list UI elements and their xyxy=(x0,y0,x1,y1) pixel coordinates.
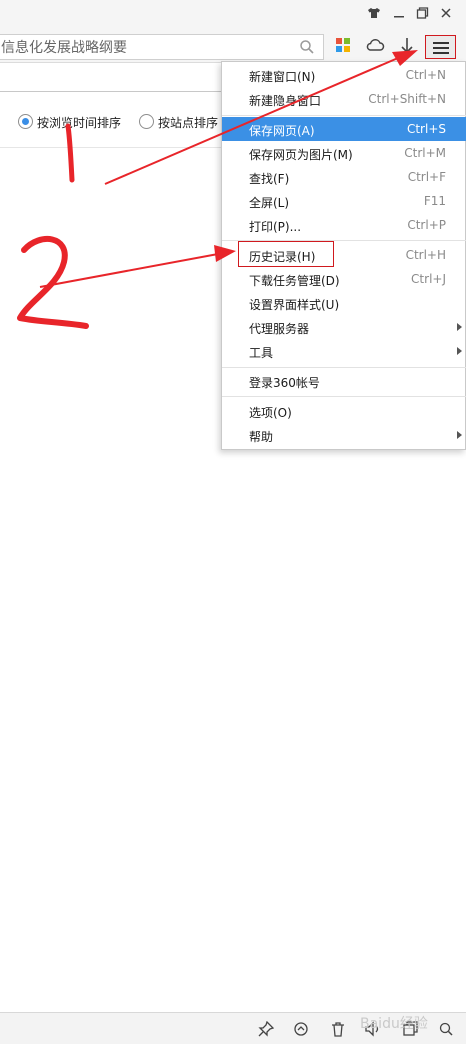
sort-by-site-radio[interactable] xyxy=(139,114,154,129)
menu-item-fullscreen[interactable]: 全屏(L) F11 xyxy=(222,189,466,213)
menu-item-download-manager[interactable]: 下载任务管理(D) Ctrl+J xyxy=(222,267,466,291)
menu-item-label: 登录360帐号 xyxy=(249,376,320,390)
minimize-icon[interactable] xyxy=(390,6,408,24)
menu-item-shortcut: Ctrl+S xyxy=(406,122,446,136)
menu-item-shortcut: Ctrl+J xyxy=(411,272,446,286)
shirt-icon[interactable] xyxy=(365,6,383,24)
menu-item-shortcut: Ctrl+Shift+N xyxy=(368,92,446,106)
menu-item-shortcut: Ctrl+H xyxy=(405,248,446,262)
menu-separator xyxy=(222,115,466,116)
step-2-arrow-line xyxy=(39,253,219,288)
menu-item-label: 查找(F) xyxy=(249,172,290,186)
menu-item-shortcut: Ctrl+P xyxy=(407,218,446,232)
menu-item-print[interactable]: 打印(P)... Ctrl+P xyxy=(222,213,466,237)
watermark: Baidu经验 xyxy=(360,1016,428,1032)
menu-item-label: 新建隐身窗口 xyxy=(249,94,322,108)
menu-item-label: 设置界面样式(U) xyxy=(249,298,340,312)
menu-item-label: 选项(O) xyxy=(249,406,292,420)
menu-item-label: 保存网页为图片(M) xyxy=(249,148,353,162)
menu-item-shortcut: Ctrl+N xyxy=(405,68,446,82)
menu-item-login-360[interactable]: 登录360帐号 xyxy=(222,369,466,393)
sort-by-time-radio[interactable] xyxy=(18,114,33,129)
menu-separator xyxy=(222,396,466,397)
menu-item-options[interactable]: 选项(O) xyxy=(222,399,466,423)
menu-item-label: 下载任务管理(D) xyxy=(249,274,340,288)
step-2-numeral xyxy=(17,235,89,329)
main-menu-button[interactable] xyxy=(425,35,456,59)
menu-item-label: 打印(P)... xyxy=(249,220,302,234)
menu-item-find[interactable]: 查找(F) Ctrl+F xyxy=(222,165,466,189)
sort-by-site-label[interactable]: 按站点排序 xyxy=(158,114,218,131)
history-highlight-box xyxy=(238,241,334,267)
chevron-right-icon xyxy=(457,323,462,331)
menu-item-new-window[interactable]: 新建窗口(N) Ctrl+N xyxy=(222,63,466,87)
apps-icon[interactable] xyxy=(335,37,357,59)
menu-item-shortcut: F11 xyxy=(423,194,446,208)
title-bar xyxy=(0,0,466,30)
address-bar xyxy=(0,34,324,60)
menu-item-label: 全屏(L) xyxy=(249,196,290,210)
menu-item-label: 帮助 xyxy=(249,430,274,444)
menu-item-label: 工具 xyxy=(249,346,274,360)
menu-icon xyxy=(433,40,449,59)
menu-item-help[interactable]: 帮助 xyxy=(222,423,466,447)
cloud-icon[interactable] xyxy=(365,37,387,59)
menu-item-label: 新建窗口(N) xyxy=(249,70,316,84)
pin-icon[interactable] xyxy=(258,1020,275,1037)
menu-item-proxy-server[interactable]: 代理服务器 xyxy=(222,315,466,339)
toolbar xyxy=(0,30,466,63)
search-icon[interactable] xyxy=(299,39,315,55)
menu-item-label: 保存网页(A) xyxy=(249,124,315,138)
download-icon[interactable] xyxy=(399,37,421,59)
refresh-icon[interactable] xyxy=(293,1021,309,1037)
close-icon[interactable] xyxy=(437,6,455,24)
zoom-icon[interactable] xyxy=(438,1021,454,1037)
address-input[interactable] xyxy=(1,37,291,57)
menu-item-ui-style[interactable]: 设置界面样式(U) xyxy=(222,291,466,315)
menu-item-save-page-as-image[interactable]: 保存网页为图片(M) Ctrl+M xyxy=(222,141,466,165)
menu-item-save-page[interactable]: 保存网页(A) Ctrl+S xyxy=(222,117,466,141)
menu-item-tools[interactable]: 工具 xyxy=(222,339,466,363)
menu-item-shortcut: Ctrl+M xyxy=(404,146,446,160)
chevron-right-icon xyxy=(457,347,462,355)
restore-icon[interactable] xyxy=(413,6,431,24)
menu-separator xyxy=(222,367,466,368)
chevron-right-icon xyxy=(457,431,462,439)
menu-item-new-incognito-window[interactable]: 新建隐身窗口 Ctrl+Shift+N xyxy=(222,87,466,111)
trash-icon[interactable] xyxy=(330,1021,346,1037)
menu-item-label: 代理服务器 xyxy=(249,322,310,336)
sort-by-time-label[interactable]: 按浏览时间排序 xyxy=(37,114,121,131)
browser-window: 按浏览时间排序 按站点排序 新建窗口(N) Ctrl+N 新建隐身窗口 Ctrl… xyxy=(0,0,466,1044)
menu-item-shortcut: Ctrl+F xyxy=(407,170,446,184)
